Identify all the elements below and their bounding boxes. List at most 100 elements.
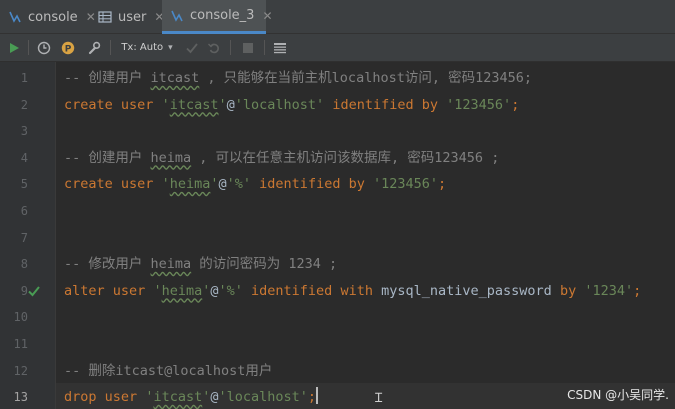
code-line[interactable]: create user 'heima'@'%' identified by '1… [64, 174, 446, 194]
line-number: 5 [20, 177, 28, 192]
history-button[interactable] [34, 34, 54, 61]
code-token: , 可以在任意主机访问该数据库, 密码123456 ; [191, 149, 500, 166]
toolbar-separator [110, 40, 111, 55]
explain-plan-button[interactable]: P [58, 34, 78, 61]
code-token: -- 删除itcast@localhost用户 [64, 362, 273, 379]
code-token: create [64, 176, 113, 193]
code-token: with [340, 282, 373, 299]
code-token: heima [150, 256, 192, 273]
code-token: heima [150, 149, 192, 166]
tab-console[interactable]: console ✕ [8, 0, 96, 34]
text-cursor-icon: Ɪ [375, 391, 383, 406]
transaction-mode-dropdown[interactable]: Tx: Auto ▾ [118, 34, 176, 61]
code-token: itcast [169, 96, 219, 113]
code-token: 'localhost' [218, 389, 308, 406]
code-line[interactable]: -- 删除itcast@localhost用户 [64, 361, 272, 381]
console-toolbar: P Tx: Auto ▾ [0, 34, 675, 62]
code-token: user [104, 389, 138, 406]
code-token: @ [218, 176, 227, 193]
code-token: ; [307, 389, 317, 406]
code-token: @ [226, 96, 235, 113]
code-token: '%' [226, 176, 252, 193]
close-icon[interactable]: ✕ [262, 9, 272, 23]
code-token: identified [251, 282, 333, 299]
code-token: ; [438, 176, 447, 193]
code-token: user [120, 96, 154, 113]
code-token: '123456' [373, 176, 439, 193]
line-number: 4 [20, 150, 28, 165]
toolbar-separator [28, 40, 29, 55]
check-icon [186, 42, 198, 53]
close-icon[interactable]: ✕ [86, 10, 96, 24]
rollback-button[interactable] [204, 34, 224, 61]
code-token: -- 创建用户 [64, 149, 151, 166]
line-number: 8 [20, 257, 28, 272]
code-token: @ [210, 282, 219, 299]
code-token: @ [210, 389, 219, 406]
tab-label: user [118, 9, 147, 25]
table-grid-icon [274, 42, 286, 53]
code-token: mysql_native_password [381, 282, 552, 299]
code-token: '123456' [446, 96, 512, 113]
tab-console-3[interactable]: console_3 ✕ [162, 0, 273, 34]
line-number: 3 [20, 124, 28, 139]
wrench-icon [88, 41, 101, 54]
code-token: identified [332, 96, 414, 113]
code-line[interactable]: alter user 'heima'@'%' identified with m… [64, 281, 641, 301]
code-line[interactable]: -- 创建用户 heima , 可以在任意主机访问该数据库, 密码123456 … [64, 148, 499, 168]
code-token: '1234' [584, 282, 634, 299]
code-token: by [421, 96, 439, 113]
settings-button[interactable] [84, 34, 104, 61]
code-token: user [120, 176, 154, 193]
code-line[interactable]: create user 'itcast'@'localhost' identif… [64, 95, 519, 115]
code-token: '%' [218, 282, 243, 299]
code-token: user [112, 282, 146, 299]
stop-icon [243, 42, 253, 53]
line-number: 2 [20, 97, 28, 112]
code-token: heima [169, 176, 211, 193]
console-icon [9, 11, 21, 23]
code-token: ' [210, 176, 219, 193]
line-number: 1 [20, 71, 28, 85]
stop-button[interactable] [238, 34, 258, 61]
code-line[interactable]: drop user 'itcast'@'localhost'; [64, 387, 319, 407]
tab-user[interactable]: user ✕ [98, 0, 164, 34]
tx-mode-label: Tx: Auto [121, 42, 164, 53]
code-token: ' [218, 96, 227, 113]
code-token: by [348, 176, 365, 193]
sql-editor[interactable]: -- 创建用户 itcast , 只能够在当前主机localhost访问, 密码… [56, 62, 675, 409]
tab-label: console_3 [190, 8, 255, 23]
line-number-gutter: 1 2 3 4 5 6 7 8 9 10 11 12 13 [0, 62, 56, 409]
code-token: create [64, 96, 113, 113]
code-token: drop [64, 389, 97, 406]
code-line[interactable]: -- 修改用户 heima 的访问密码为 1234 ; [64, 254, 337, 274]
code-token: by [559, 282, 577, 299]
clock-icon [37, 41, 51, 54]
code-token: ; [511, 96, 520, 113]
undo-icon [208, 43, 219, 53]
code-line[interactable]: -- 创建用户 itcast , 只能够在当前主机localhost访问, 密码… [64, 68, 532, 88]
line-number: 9 [20, 283, 28, 298]
console-icon [171, 10, 183, 22]
line-number: 7 [20, 230, 28, 245]
code-token: ' [161, 176, 170, 193]
editor-tab-bar: console ✕ user ✕ console_3 ✕ [0, 0, 675, 34]
code-token: alter [64, 282, 105, 299]
executed-check-icon [28, 286, 40, 297]
tab-label: console [28, 9, 78, 25]
output-button[interactable] [270, 34, 290, 61]
execute-button[interactable] [4, 34, 24, 61]
code-token: ; [633, 282, 642, 299]
code-token: ' [153, 282, 162, 299]
commit-button[interactable] [182, 34, 202, 61]
code-token: itcast [150, 70, 200, 86]
p-circle-icon: P [61, 41, 75, 54]
